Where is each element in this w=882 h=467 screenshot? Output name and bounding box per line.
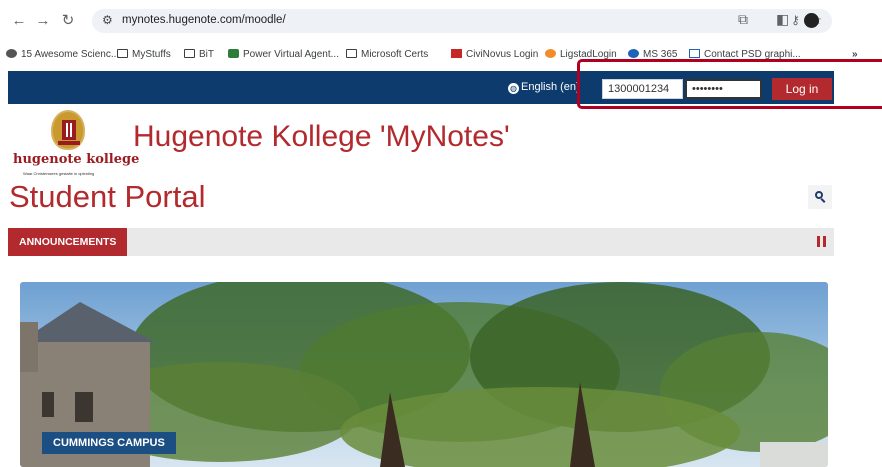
- password-key-icon[interactable]: ⚷: [791, 13, 800, 27]
- site-icon: [6, 49, 17, 58]
- browser-toolbar: ← → ↻ ⚙ mynotes.hugenote.com/moodle/ ⚷ ☆…: [0, 0, 882, 68]
- globe-icon: ◍: [508, 83, 519, 94]
- announcements-bar: ANNOUNCEMENTS: [8, 228, 834, 256]
- folder-icon: [117, 49, 128, 58]
- reload-icon[interactable]: ↻: [58, 11, 78, 31]
- folder-icon: [184, 49, 195, 58]
- ligstad-icon: [545, 49, 556, 58]
- announcements-tab[interactable]: ANNOUNCEMENTS: [8, 228, 128, 256]
- profile-avatar[interactable]: [804, 13, 819, 28]
- folder-icon: [346, 49, 357, 58]
- pause-icon[interactable]: [816, 236, 828, 248]
- bookmark-item[interactable]: Microsoft Certs: [346, 49, 428, 60]
- search-button[interactable]: [808, 185, 832, 209]
- language-selector[interactable]: ◍ English (en): [508, 81, 580, 94]
- bookmark-item[interactable]: 15 Awesome Scienc...: [6, 49, 119, 60]
- bookmark-item[interactable]: Power Virtual Agent...: [228, 49, 339, 60]
- page-title: Student Portal: [9, 179, 206, 214]
- bookmark-item[interactable]: BiT: [184, 49, 214, 60]
- ms365-icon: [628, 49, 639, 58]
- bookmark-item[interactable]: MyStuffs: [117, 49, 171, 60]
- logo-tagline: Waar Christenwees gestalte in opleiding: [23, 171, 95, 176]
- site-title: Hugenote Kollege 'MyNotes': [133, 120, 510, 153]
- logo-name: hugenote kollege: [13, 152, 140, 167]
- login-highlight-box: [577, 59, 882, 109]
- document-icon: [689, 49, 700, 58]
- back-icon[interactable]: ←: [9, 11, 29, 31]
- extensions-icon[interactable]: ⧉: [738, 11, 748, 28]
- college-logo[interactable]: hugenote kollege Waar Christenwees gesta…: [13, 108, 139, 178]
- site-settings-icon[interactable]: ⚙: [102, 13, 113, 27]
- bookmark-item[interactable]: CiviNovus Login: [451, 49, 538, 60]
- forward-icon[interactable]: →: [33, 11, 53, 31]
- power-apps-icon: [228, 49, 239, 58]
- crest-icon: [51, 110, 85, 150]
- side-panel-icon[interactable]: ◧: [776, 11, 789, 28]
- address-bar[interactable]: ⚙ mynotes.hugenote.com/moodle/ ⚷ ☆: [92, 9, 832, 33]
- civinovus-icon: [451, 49, 462, 58]
- hero-caption: CUMMINGS CAMPUS: [42, 432, 176, 454]
- address-url[interactable]: mynotes.hugenote.com/moodle/: [122, 14, 286, 26]
